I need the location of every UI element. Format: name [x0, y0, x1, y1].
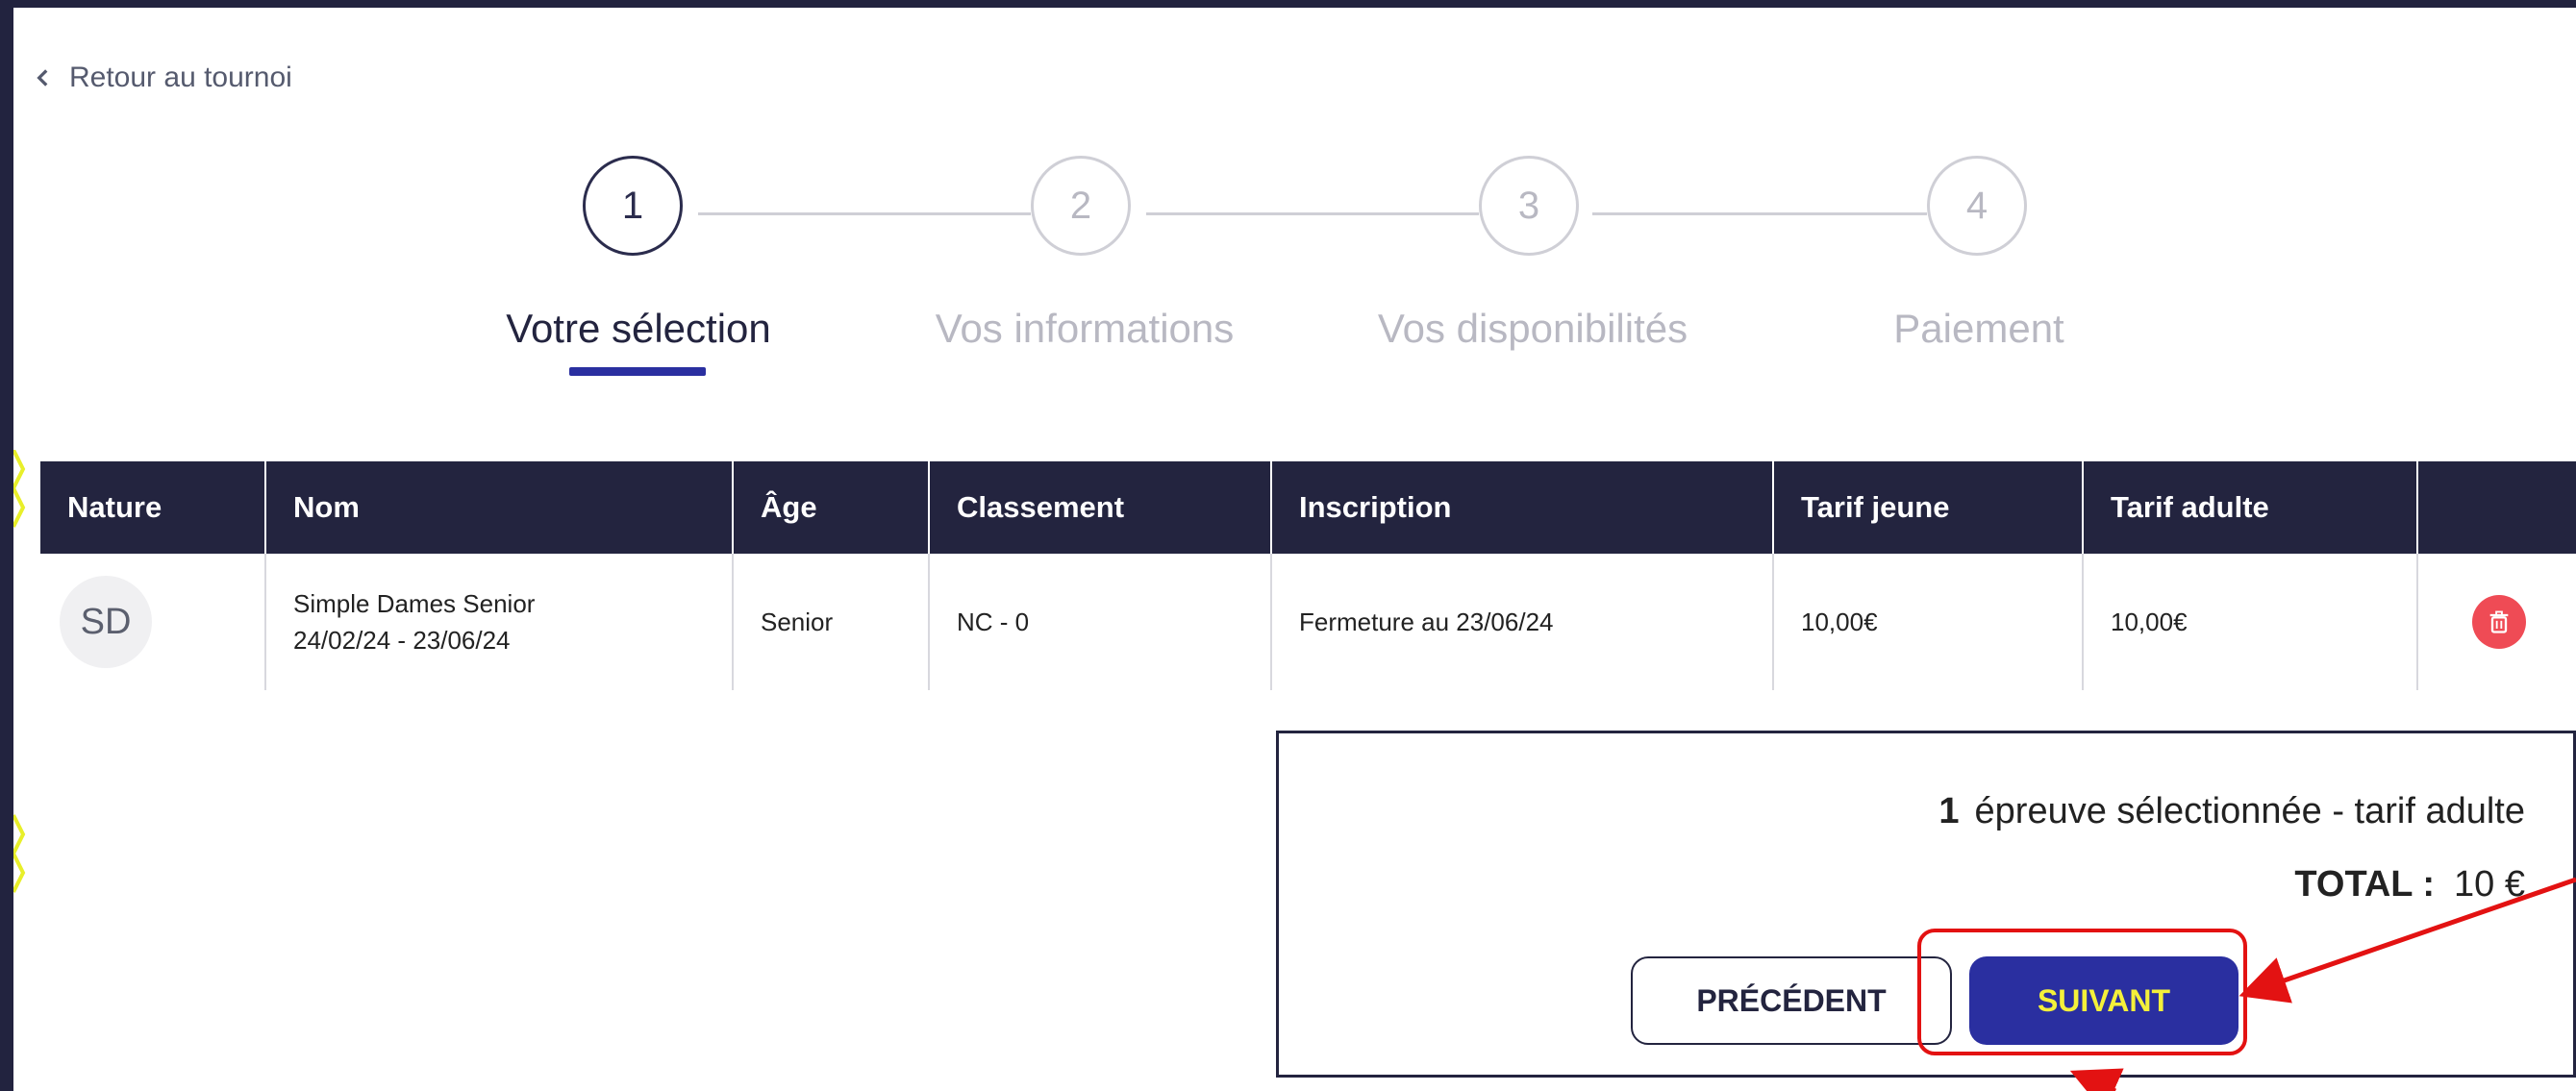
table-row: SD Simple Dames Senior 24/02/24 - 23/06/…: [40, 554, 2576, 690]
step-1-circle[interactable]: 1: [583, 156, 683, 256]
event-dates: 24/02/24 - 23/06/24: [293, 626, 511, 655]
page: Retour au tournoi 1 2 3 4 Votre sélectio…: [13, 8, 2576, 1091]
back-link[interactable]: Retour au tournoi: [31, 62, 292, 94]
cell-tarif-jeune: 10,00€: [1773, 554, 2084, 690]
nature-avatar: SD: [60, 576, 152, 668]
delete-button[interactable]: [2472, 595, 2526, 649]
step-3-circle[interactable]: 3: [1479, 156, 1579, 256]
total-label: TOTAL :: [2294, 864, 2436, 905]
step-4-label[interactable]: Paiement: [1893, 306, 2063, 352]
step-2-circle[interactable]: 2: [1031, 156, 1131, 256]
header-inscription: Inscription: [1271, 461, 1774, 554]
cell-nom: Simple Dames Senior 24/02/24 - 23/06/24: [265, 554, 734, 690]
header-tarif-adulte: Tarif adulte: [2083, 461, 2418, 554]
selection-count-text: épreuve sélectionnée - tarif adulte: [1974, 791, 2525, 831]
step-connector: [1592, 212, 1927, 215]
header-tarif-jeune: Tarif jeune: [1773, 461, 2084, 554]
cell-inscription: Fermeture au 23/06/24: [1271, 554, 1774, 690]
cell-tarif-adulte: 10,00€: [2083, 554, 2418, 690]
step-1-label[interactable]: Votre sélection: [506, 306, 771, 352]
cell-classement: NC - 0: [929, 554, 1272, 690]
step-connector: [698, 212, 1031, 215]
step-3-label[interactable]: Vos disponibilités: [1378, 306, 1688, 352]
chevron-left-icon: [37, 69, 48, 87]
header-nom: Nom: [265, 461, 734, 554]
back-link-label: Retour au tournoi: [69, 62, 292, 93]
total-value: 10 €: [2454, 864, 2525, 905]
selection-count-number: 1: [1938, 791, 1960, 831]
table-header-row: Nature Nom Âge Classement Inscription Ta…: [40, 461, 2576, 554]
previous-button[interactable]: PRÉCÉDENT: [1631, 956, 1952, 1045]
step-4-circle[interactable]: 4: [1927, 156, 2027, 256]
stepper: 1 2 3 4 Votre sélection Vos informations…: [13, 152, 2576, 392]
selection-table: Nature Nom Âge Classement Inscription Ta…: [40, 461, 2576, 690]
header-nature: Nature: [40, 461, 266, 554]
step-connector: [1146, 212, 1479, 215]
step-2-label[interactable]: Vos informations: [936, 306, 1235, 352]
total-line: TOTAL : 10 €: [2294, 864, 2525, 905]
header-actions: [2417, 461, 2576, 554]
active-step-underline: [569, 367, 706, 376]
cell-nature: SD: [40, 554, 266, 690]
header-age: Âge: [733, 461, 930, 554]
summary-panel: 1 épreuve sélectionnée - tarif adulte TOT…: [1276, 731, 2576, 1078]
next-button[interactable]: SUIVANT: [1969, 956, 2238, 1045]
event-name: Simple Dames Senior: [293, 589, 536, 618]
header-classement: Classement: [929, 461, 1272, 554]
selection-count: 1 épreuve sélectionnée - tarif adulte: [1938, 791, 2525, 832]
cell-actions: [2417, 554, 2576, 690]
decorative-zigzag: [13, 450, 26, 893]
trash-icon: [2489, 610, 2509, 633]
cell-age: Senior: [733, 554, 930, 690]
